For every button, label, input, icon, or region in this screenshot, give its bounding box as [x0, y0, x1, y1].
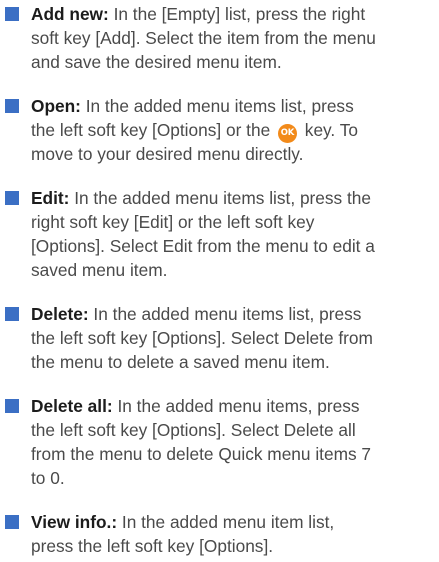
square-bullet-icon: [5, 99, 19, 113]
item-term: Delete all:: [31, 396, 113, 416]
item-text: In the added menu item list,: [117, 512, 335, 532]
item-text: key. To: [300, 120, 358, 140]
item-line: the menu to delete a saved menu item.: [31, 352, 330, 372]
item-text: In the added menu items list, press the: [69, 188, 372, 208]
item-line: Delete: In the added menu items list, pr…: [31, 302, 361, 326]
square-bullet-icon: [5, 191, 19, 205]
item-term: View info.:: [31, 512, 118, 532]
square-bullet-icon: [5, 7, 19, 21]
item-line: the left soft key [Options] or the OK ke…: [31, 118, 358, 143]
item-line: soft key [Add]. Select the item from the…: [31, 28, 376, 48]
item-line: Edit: In the added menu items list, pres…: [31, 186, 371, 210]
item-line: move to your desired menu directly.: [31, 144, 304, 164]
item-line: and save the desired menu item.: [31, 52, 282, 72]
item-line: Add new: In the [Empty] list, press the …: [31, 2, 365, 26]
item-term: Add new:: [31, 4, 109, 24]
square-bullet-icon: [5, 307, 19, 321]
square-bullet-icon: [5, 515, 19, 529]
item-line: from the menu to delete Quick menu items…: [31, 444, 372, 464]
item-text: In the added menu items list, press: [80, 96, 354, 116]
square-bullet-icon: [5, 399, 19, 413]
ok-key-icon: OK: [278, 124, 297, 143]
item-line: Open: In the added menu items list, pres…: [31, 94, 354, 118]
item-line: the left soft key [Options]. Select Dele…: [31, 420, 356, 440]
item-line: to 0.: [31, 468, 65, 488]
item-line: Delete all: In the added menu items, pre…: [31, 394, 360, 418]
item-term: Edit:: [31, 188, 70, 208]
item-term: Delete:: [31, 304, 89, 324]
item-text: the left soft key [Options] or the: [31, 120, 271, 140]
item-text: In the added menu items, press: [112, 396, 360, 416]
item-line: right soft key [Edit] or the left soft k…: [31, 212, 315, 232]
item-term: Open:: [31, 96, 81, 116]
item-line: [Options]. Select Edit from the menu to …: [31, 236, 375, 256]
item-line: View info.: In the added menu item list,: [31, 510, 334, 534]
item-line: the left soft key [Options]. Select Dele…: [31, 328, 373, 348]
item-text: In the added menu items list, press: [88, 304, 362, 324]
item-text: In the [Empty] list, press the right: [108, 4, 366, 24]
item-line: press the left soft key [Options].: [31, 536, 274, 556]
item-line: saved menu item.: [31, 260, 168, 280]
